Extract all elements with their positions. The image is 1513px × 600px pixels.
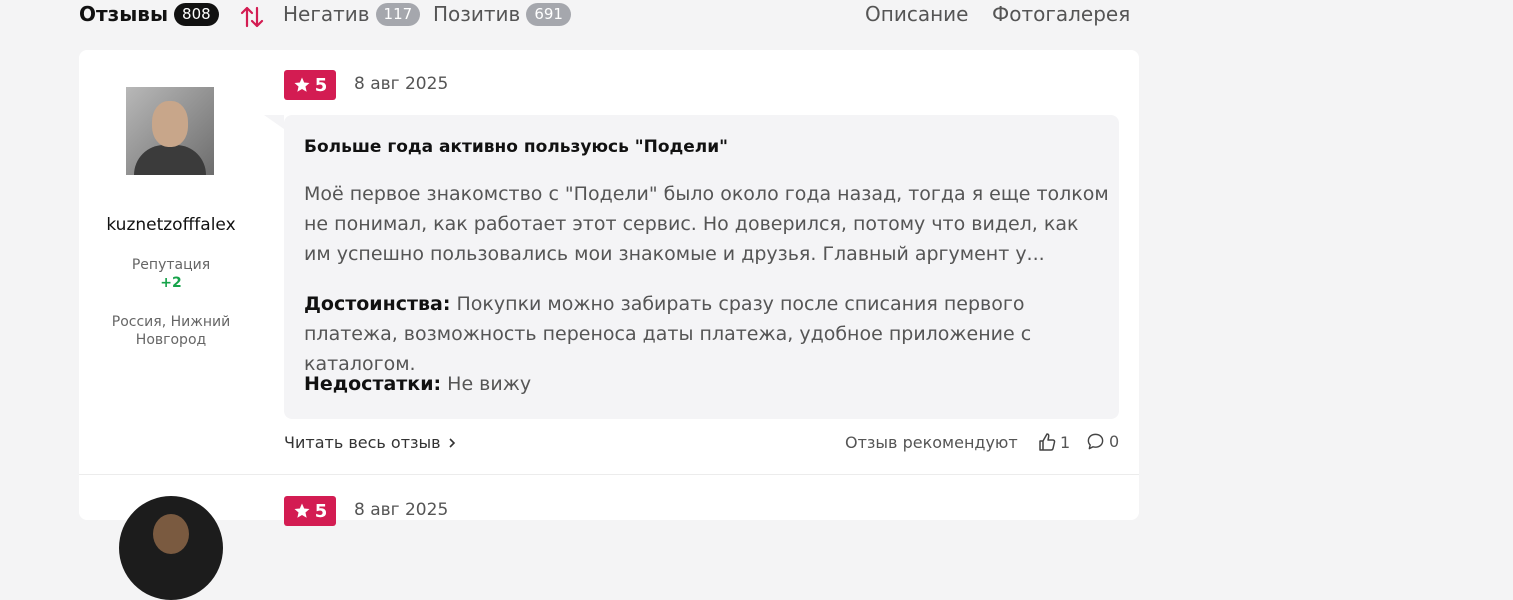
review-pros: Достоинства: Покупки можно забирать сраз… [304, 289, 1109, 379]
comments-count: 0 [1109, 432, 1120, 451]
positive-count-badge: 691 [526, 2, 571, 26]
avatar[interactable] [119, 496, 223, 600]
sort-icon[interactable] [239, 4, 265, 30]
cons-text: Не вижу [447, 373, 532, 395]
reviews-toolbar: Отзывы 808 Негатив 117 Позитив 691 Описа… [79, 0, 1139, 34]
comment-icon [1087, 433, 1104, 450]
comments-button[interactable]: 0 [1086, 432, 1119, 451]
avatar[interactable] [126, 87, 214, 175]
tab-negative-label: Негатив [283, 2, 370, 26]
review-card: kuznetzofffalex Репутация +2 Россия, Ниж… [79, 50, 1139, 600]
review-text: Моё первое знакомство с "Подели" было ок… [304, 183, 1109, 265]
reputation-label: Репутация [131, 257, 211, 273]
rating-value: 5 [314, 500, 328, 522]
tab-positive-label: Позитив [433, 2, 521, 26]
tab-reviews[interactable]: Отзывы 808 [79, 2, 219, 26]
review-cons: Недостатки: Не вижу [304, 369, 1109, 399]
rating-badge: 5 [284, 70, 336, 100]
reputation-value: +2 [160, 275, 182, 291]
like-button[interactable]: 1 [1037, 432, 1070, 452]
star-icon [294, 503, 310, 518]
user-location: Россия, Нижний Новгород [111, 314, 231, 348]
tab-positive[interactable]: Позитив 691 [433, 2, 571, 26]
reviews-count-badge: 808 [174, 2, 219, 26]
rating-value: 5 [314, 74, 328, 96]
thumbs-up-icon [1039, 433, 1056, 451]
review-date: 8 авг 2025 [354, 500, 449, 520]
chevron-right-icon [449, 437, 455, 448]
likes-count: 1 [1060, 432, 1071, 452]
review-divider [79, 474, 1139, 475]
read-more-label: Читать весь отзыв [284, 433, 441, 452]
read-more-link[interactable]: Читать весь отзыв [284, 433, 457, 452]
review-date: 8 авг 2025 [354, 74, 449, 94]
tab-negative[interactable]: Негатив 117 [283, 2, 421, 26]
review-title[interactable]: Больше года активно пользуюсь "Подели" [304, 137, 728, 157]
negative-count-badge: 117 [375, 2, 421, 26]
rating-badge: 5 [284, 496, 336, 526]
username[interactable]: kuznetzofffalex [79, 215, 263, 235]
review-body: Больше года активно пользуюсь "Подели" М… [264, 115, 1119, 419]
star-icon [294, 77, 310, 92]
tab-reviews-label: Отзывы [79, 2, 169, 26]
recommend-label: Отзыв рекомендуют [845, 433, 1018, 452]
pros-label: Достоинства: [304, 293, 451, 315]
gallery-link[interactable]: Фотогалерея [992, 2, 1130, 26]
cons-label: Недостатки: [304, 373, 442, 395]
description-link[interactable]: Описание [865, 2, 968, 26]
